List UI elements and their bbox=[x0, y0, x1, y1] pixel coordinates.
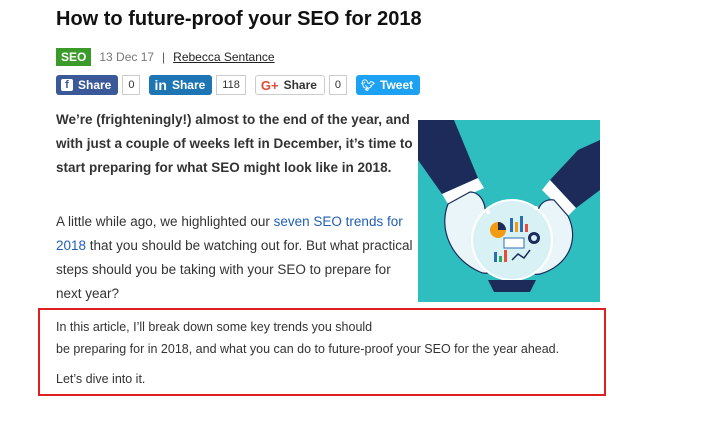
linkedin-share-count: 118 bbox=[216, 75, 246, 95]
intro-paragraph: We’re (frighteningly!) almost to the end… bbox=[56, 112, 413, 175]
sparkle-icon bbox=[534, 206, 538, 210]
bar-icon bbox=[504, 250, 507, 262]
twitter-tweet-label: Tweet bbox=[380, 78, 414, 92]
facebook-icon: f bbox=[61, 79, 73, 91]
donut-hole-icon bbox=[531, 235, 537, 241]
google-plus-share-button[interactable]: G+ Share bbox=[254, 75, 325, 95]
twitter-tweet-button[interactable]: 🐦︎ Tweet bbox=[356, 75, 421, 95]
article-meta: SEO 13 Dec 17 | Rebecca Sentance bbox=[56, 48, 275, 66]
crystal-ball-illustration bbox=[418, 120, 600, 302]
bar-icon bbox=[499, 256, 502, 262]
linkedin-share-label: Share bbox=[171, 78, 206, 92]
paragraph-text-before-link: A little while ago, we highlighted our bbox=[56, 214, 274, 229]
crystal-ball-graphic bbox=[418, 120, 600, 292]
body-paragraph: A little while ago, we highlighted our s… bbox=[56, 210, 416, 306]
paragraph-text-after-link: that you should be watching out for. But… bbox=[56, 238, 413, 301]
highlighted-line-2: be preparing for in 2018, and what you c… bbox=[56, 342, 560, 356]
publish-date: 13 Dec 17 bbox=[99, 50, 155, 64]
facebook-share-label: Share bbox=[78, 78, 112, 92]
linkedin-share-button[interactable]: in Share bbox=[149, 75, 213, 95]
category-tag[interactable]: SEO bbox=[56, 48, 92, 66]
bar-icon bbox=[494, 252, 497, 262]
article-title: How to future-proof your SEO for 2018 bbox=[56, 8, 422, 30]
share-bar: f Share 0 in Share 118 G+ Share 0 🐦︎ Twe… bbox=[56, 74, 421, 96]
facebook-share-count: 0 bbox=[122, 75, 141, 95]
bar-icon bbox=[515, 222, 518, 232]
bar-icon bbox=[525, 224, 528, 232]
highlighted-line-1: In this article, I’ll break down some ke… bbox=[56, 320, 373, 334]
twitter-icon: 🐦︎ bbox=[361, 79, 376, 92]
facebook-share-button[interactable]: f Share bbox=[56, 75, 119, 95]
bar-icon bbox=[520, 216, 523, 232]
highlighted-paragraph: In this article, I’ll break down some ke… bbox=[56, 316, 601, 360]
closing-paragraph: Let’s dive into it. bbox=[56, 372, 146, 386]
calendar-grid-icon bbox=[503, 237, 525, 249]
meta-separator: | bbox=[162, 50, 166, 64]
google-plus-share-label: Share bbox=[283, 78, 317, 92]
bar-icon bbox=[510, 218, 513, 232]
google-plus-share-count: 0 bbox=[328, 75, 348, 95]
author-link[interactable]: Rebecca Sentance bbox=[173, 50, 274, 64]
linkedin-icon: in bbox=[154, 77, 167, 93]
google-plus-icon: G+ bbox=[260, 77, 279, 93]
ball-stand-shape bbox=[488, 280, 536, 292]
sparkle-icon bbox=[486, 210, 490, 214]
